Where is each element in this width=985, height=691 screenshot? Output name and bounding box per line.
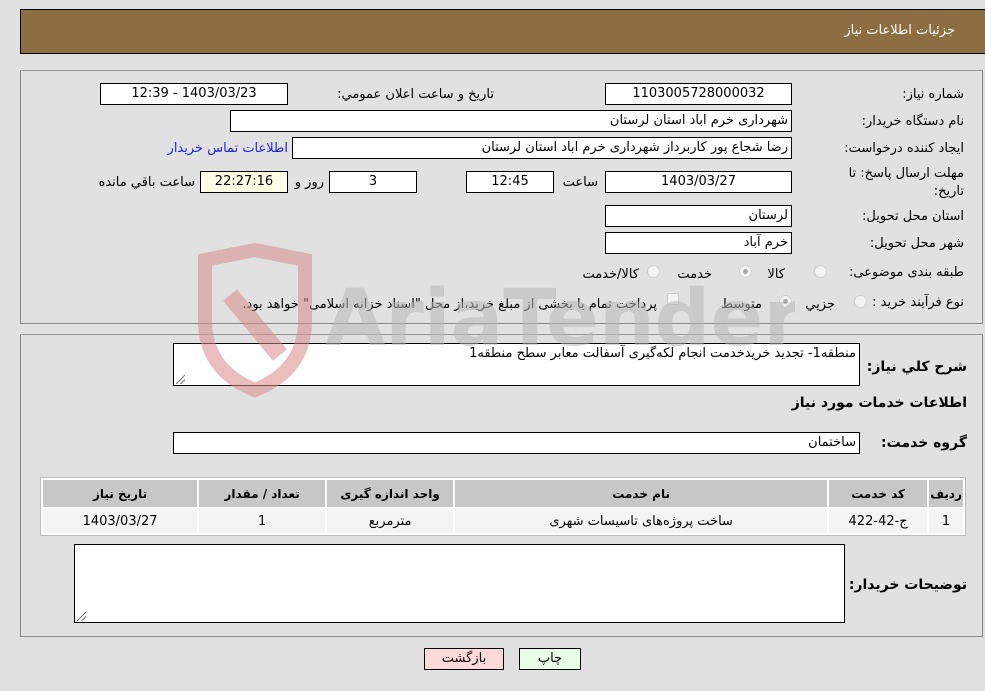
services-table: ردیف کد خدمت نام خدمت واحد اندازه گیری ت… xyxy=(40,477,966,536)
buyer-notes-label: توضیحات خریدار: xyxy=(848,577,967,593)
summary-text: منطقه1- تجدید خریدخدمت انجام لکه‌گیری آس… xyxy=(469,346,856,361)
city-field: خرم آباد xyxy=(605,232,792,254)
services-heading: اطلاعات خدمات مورد نیاز xyxy=(791,395,967,411)
deadline-time-field: 12:45 xyxy=(466,171,554,193)
need-number-field: 1103005728000032 xyxy=(605,83,792,105)
treasury-checkbox[interactable] xyxy=(667,293,679,305)
category-option-service: خدمت xyxy=(677,267,712,282)
page-header: جزئیات اطلاعات نیاز xyxy=(20,9,985,54)
deadline-date-field: 1403/03/27 xyxy=(605,171,792,193)
days-label: روز و xyxy=(294,175,324,190)
deadline-label: مهلت ارسال پاسخ: تا تاریخ: xyxy=(848,166,964,199)
creator-field: رضا شجاع پور کاربرداز شهرداری خرم اباد ا… xyxy=(292,137,792,159)
service-group-label: گروه خدمت: xyxy=(881,435,967,451)
print-button[interactable]: چاپ xyxy=(519,648,581,670)
province-label: استان محل تحویل: xyxy=(862,209,964,224)
col-row-number: ردیف xyxy=(929,480,963,507)
table-row: 1 ج-42-422 ساخت پروژه‌های تاسیسات شهری م… xyxy=(43,509,963,533)
province-field: لرستان xyxy=(605,205,792,227)
col-quantity: تعداد / مقدار xyxy=(199,480,326,507)
resize-grip-icon[interactable] xyxy=(77,612,86,621)
page-title: جزئیات اطلاعات نیاز xyxy=(844,23,955,38)
need-info-panel: شماره نیاز: 1103005728000032 تاریخ و ساع… xyxy=(20,70,983,324)
category-option-goods: کالا xyxy=(767,267,785,282)
summary-textarea[interactable]: منطقه1- تجدید خریدخدمت انجام لکه‌گیری آس… xyxy=(173,343,860,386)
announce-label: تاریخ و ساعت اعلان عمومي: xyxy=(337,87,494,102)
category-radio-service[interactable] xyxy=(739,265,752,278)
category-label: طبقه بندی موضوعی: xyxy=(848,265,964,280)
cell-need-date: 1403/03/27 xyxy=(43,509,198,533)
back-button[interactable]: بازگشت xyxy=(424,648,504,670)
deadline-time-label: ساعت xyxy=(562,175,598,190)
city-label: شهر محل تحویل: xyxy=(869,236,964,251)
cell-service-code: ج-42-422 xyxy=(829,509,928,533)
treasury-note: پرداخت تمام یا بخشی از مبلغ خرید،از محل … xyxy=(242,297,657,312)
service-group-field: ساختمان xyxy=(173,432,860,454)
purchase-type-label: نوع فرآیند خرید : xyxy=(872,295,964,310)
category-option-goods-service: کالا/خدمت xyxy=(582,267,639,282)
creator-label: ایجاد کننده درخواست: xyxy=(844,141,964,156)
purchase-option-medium: متوسط xyxy=(721,297,762,312)
col-service-code: کد خدمت xyxy=(829,480,928,507)
category-radio-goods[interactable] xyxy=(814,265,827,278)
buyer-org-field: شهرداری خرم اباد استان لرستان xyxy=(230,110,792,132)
col-need-date: تاریخ نیاز xyxy=(43,480,198,507)
summary-label: شرح کلي نیاز: xyxy=(866,359,967,375)
purchase-option-minor: جزيي xyxy=(805,297,835,312)
cell-unit: مترمربع xyxy=(327,509,454,533)
purchase-radio-medium[interactable] xyxy=(779,295,792,308)
col-service-name: نام خدمت xyxy=(455,480,828,507)
buyer-contact-link[interactable]: اطلاعات تماس خریدار xyxy=(168,141,288,156)
purchase-radio-minor[interactable] xyxy=(854,295,867,308)
category-radio-goods-service[interactable] xyxy=(647,265,660,278)
cell-row-number: 1 xyxy=(929,509,963,533)
days-field: 3 xyxy=(329,171,417,193)
resize-grip-icon[interactable] xyxy=(176,375,185,384)
remaining-time-field: 22:27:16 xyxy=(200,171,288,193)
buyer-org-label: نام دستگاه خریدار: xyxy=(861,114,964,129)
remaining-label: ساعت باقي مانده xyxy=(98,175,195,190)
table-header-row: ردیف کد خدمت نام خدمت واحد اندازه گیری ت… xyxy=(43,480,963,507)
buyer-notes-textarea[interactable] xyxy=(74,544,845,623)
announce-field: 1403/03/23 - 12:39 xyxy=(100,83,288,105)
cell-service-name: ساخت پروژه‌های تاسیسات شهری xyxy=(455,509,828,533)
col-unit: واحد اندازه گیری xyxy=(327,480,454,507)
need-number-label: شماره نیاز: xyxy=(902,87,964,102)
need-details-panel: شرح کلي نیاز: منطقه1- تجدید خریدخدمت انج… xyxy=(20,334,983,637)
cell-quantity: 1 xyxy=(199,509,326,533)
